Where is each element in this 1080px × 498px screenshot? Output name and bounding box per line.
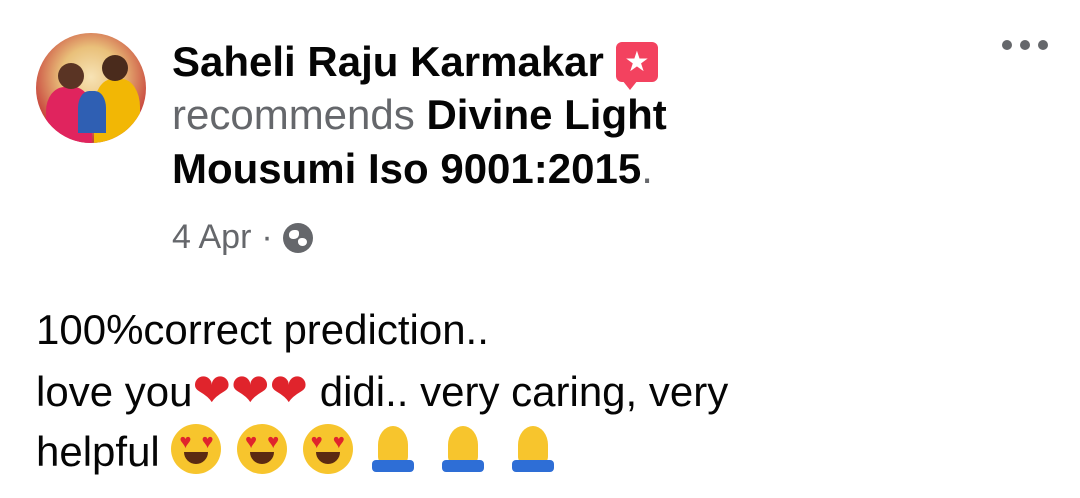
page-name-link-continued[interactable]: Mousumi Iso 9001:2015 [172,145,641,192]
post-text: love you [36,368,193,415]
more-dot [1002,40,1012,50]
more-dot [1020,40,1030,50]
trailing-period: . [641,145,653,192]
post-header: Saheli Raju Karmakar ★ recommends Divine… [172,36,992,196]
author-name[interactable]: Saheli Raju Karmakar [172,36,604,88]
post-date[interactable]: 4 Apr [172,218,251,257]
author-row: Saheli Raju Karmakar ★ [172,36,992,90]
more-options-icon[interactable] [1002,40,1048,50]
post-line-1: 100%correct prediction.. [36,306,489,353]
recommendation-line-2: Mousumi Iso 9001:2015. [172,142,992,196]
recommend-star-icon: ★ [615,42,658,90]
more-dot [1038,40,1048,50]
post-text: didi.. very caring, very [308,368,729,415]
action-text: recommends [172,91,415,138]
avatar-figure [102,55,128,81]
recommendation-line: recommends Divine Light [172,88,992,142]
post-meta: 4 Apr · [172,218,313,257]
post-line-3: helpful [36,422,1056,482]
post-body: 100%correct prediction.. love you❤❤❤ did… [36,300,1056,482]
heart-eyes-emoji-icon [302,424,353,474]
author-avatar[interactable] [36,33,146,143]
avatar-figure [78,91,106,133]
heart-emoji-icons: ❤❤❤ [192,363,309,417]
folded-hands-emoji-icon [368,424,418,474]
post-text: helpful [36,428,172,475]
folded-hands-emoji-icon [508,424,558,474]
page-name-link[interactable]: Divine Light [426,91,666,138]
meta-separator: · [261,218,273,256]
avatar-figure [58,63,84,89]
heart-eyes-emoji-icon [171,424,222,474]
heart-eyes-emoji-icon [237,424,288,474]
post-line-2: love you❤❤❤ didi.. very caring, very [36,360,1056,422]
globe-icon[interactable] [282,222,313,253]
folded-hands-emoji-icon [438,424,488,474]
